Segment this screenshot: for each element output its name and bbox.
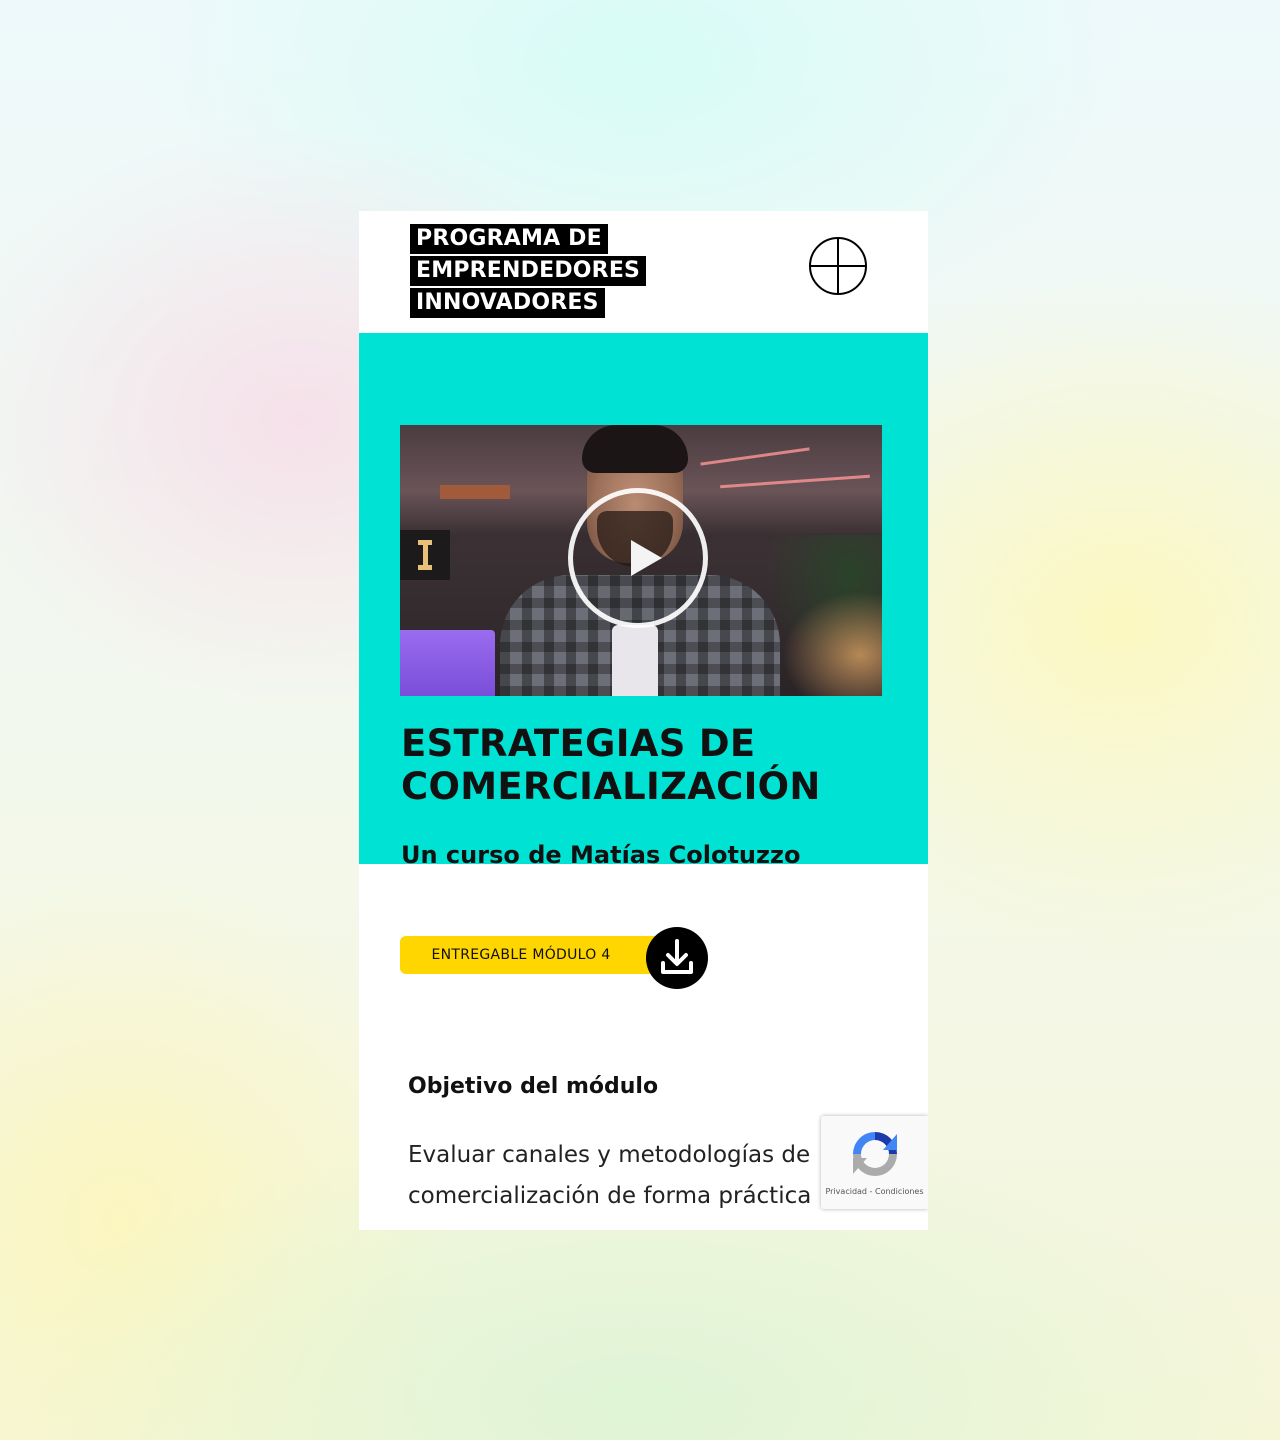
instructor-tshirt <box>612 625 658 696</box>
recaptcha-logo-icon <box>845 1124 905 1184</box>
wall-sign <box>440 485 510 499</box>
logo-line-2: EMPRENDEDORES <box>410 256 647 286</box>
recaptcha-privacy-link[interactable]: Privacidad <box>825 1187 867 1196</box>
course-title: ESTRATEGIAS DE COMERCIALIZACIÓN <box>401 722 821 808</box>
site-header: PROGRAMA DE EMPRENDEDORES INNOVADORES <box>359 211 928 333</box>
hero-section: ESTRATEGIAS DE COMERCIALIZACIÓN Un curso… <box>359 333 928 869</box>
site-logo[interactable]: PROGRAMA DE EMPRENDEDORES INNOVADORES <box>410 224 647 320</box>
download-icon[interactable] <box>646 927 708 989</box>
laptop-screen <box>400 630 495 696</box>
recaptcha-terms-link[interactable]: Condiciones <box>875 1187 924 1196</box>
recaptcha-separator: - <box>869 1187 873 1196</box>
recaptcha-links: Privacidad - Condiciones <box>821 1187 928 1196</box>
recaptcha-badge[interactable]: Privacidad - Condiciones <box>821 1116 928 1209</box>
objective-heading: Objetivo del módulo <box>408 1074 659 1099</box>
logo-line-1: PROGRAMA DE <box>410 224 608 254</box>
objective-text: Evaluar canales y metodologías de comerc… <box>408 1142 812 1209</box>
crosshair-menu-icon[interactable] <box>808 236 868 296</box>
logo-line-3: INNOVADORES <box>410 288 605 318</box>
letter-i-sign <box>400 530 450 580</box>
course-author: Un curso de Matías Colotuzzo <box>401 841 801 869</box>
download-label[interactable]: ENTREGABLE MÓDULO 4 <box>400 936 662 974</box>
instructor-hair <box>582 425 688 473</box>
mobile-page: PROGRAMA DE EMPRENDEDORES INNOVADORES ES… <box>359 211 928 1230</box>
video-player[interactable] <box>400 425 882 696</box>
play-icon[interactable] <box>631 540 662 576</box>
